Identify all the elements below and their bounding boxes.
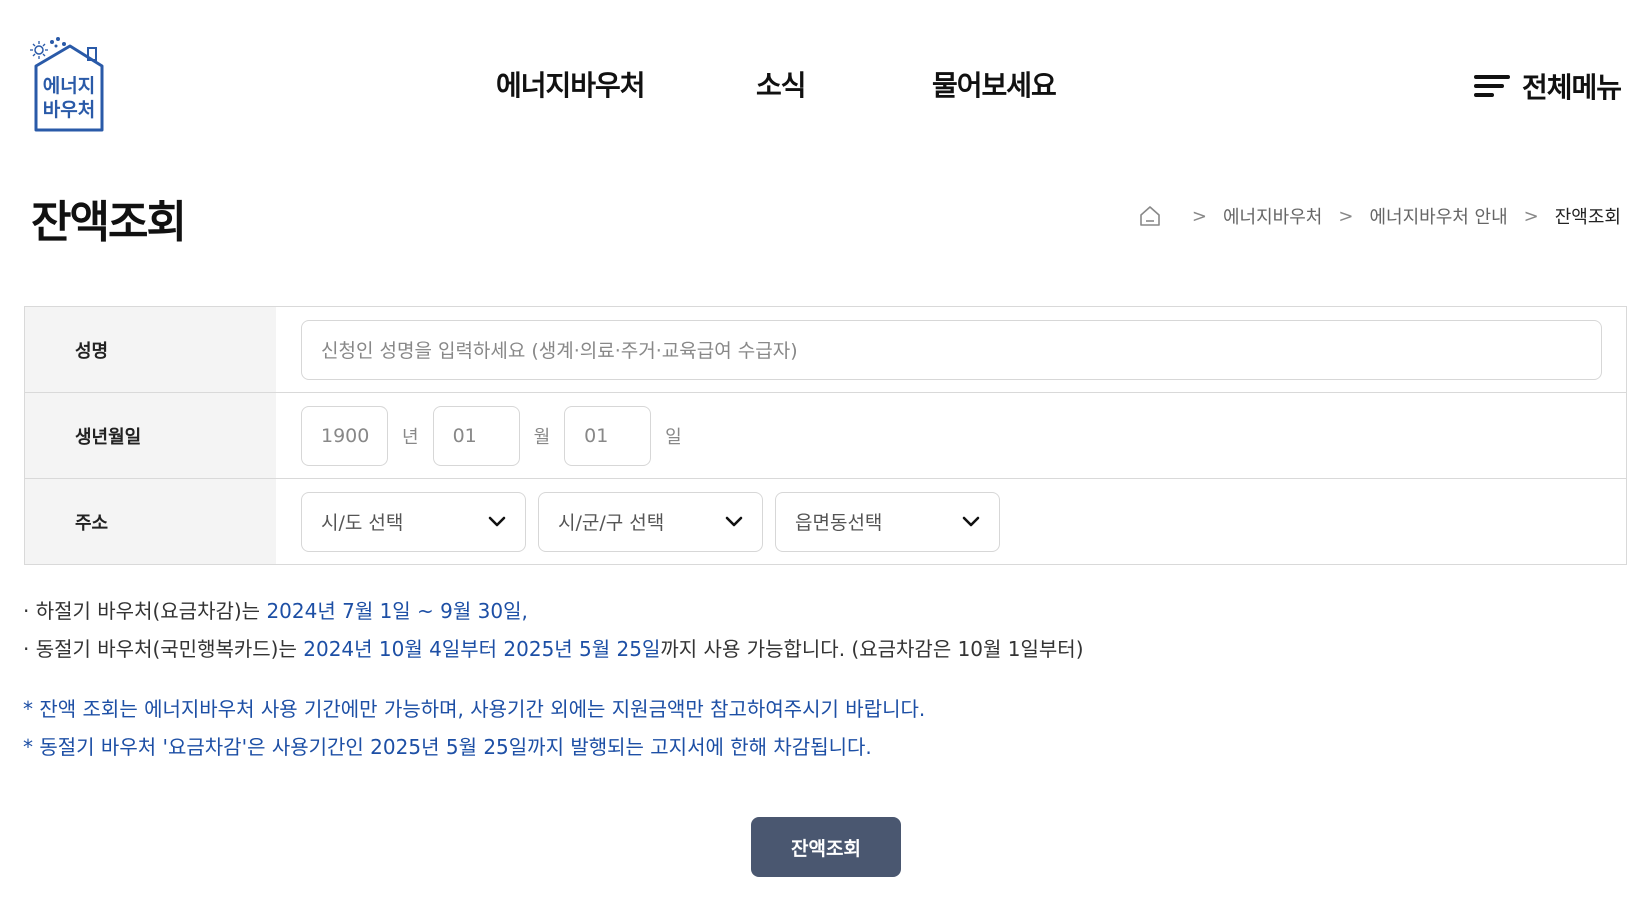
chevron-down-icon [488,516,506,526]
sido-select-value: 시/도 선택 [321,512,404,534]
breadcrumb-item-guide[interactable]: 에너지바우처 안내 [1369,203,1507,229]
chevron-right-icon: > [1191,205,1207,227]
address-label: 주소 [25,479,276,564]
chevron-right-icon: > [1338,205,1354,227]
nav-item-ask[interactable]: 물어보세요 [932,64,1057,104]
all-menu-button[interactable]: 전체메뉴 [1473,66,1622,106]
balance-query-button[interactable]: 잔액조회 [751,817,901,877]
breadcrumb-item-energy-voucher[interactable]: 에너지바우처 [1223,203,1322,229]
chevron-down-icon [725,516,743,526]
sigungu-select-value: 시/군/구 선택 [558,512,665,534]
winter-notice-period: 2024년 10월 4일부터 2025년 5월 25일 [303,637,661,661]
balance-query-notes: * 잔액 조회는 에너지바우처 사용 기간에만 가능하며, 사용기간 외에는 지… [23,690,925,766]
birth-year-input[interactable]: 1900 [301,405,388,466]
hamburger-icon [1473,72,1510,100]
form-row-address: 주소 시/도 선택 시/군/구 선택 읍면동선택 [25,479,1626,564]
winter-notice-suffix: 까지 사용 가능합니다. (요금차감은 10월 1일부터) [660,637,1084,661]
year-unit: 년 [402,426,419,448]
logo-line1: 에너지 [43,75,95,97]
summer-notice-period: 2024년 7월 1일 ~ 9월 30일, [266,599,528,623]
day-unit: 일 [665,426,682,448]
name-label: 성명 [25,307,276,392]
balance-query-form: 성명 신청인 성명을 입력하세요 (생계·의료·주거·교육급여 수급자) 생년월… [24,306,1627,565]
note-2: * 동절기 바우처 '요금차감'은 사용기간인 2025년 5월 25일까지 발… [23,735,872,759]
note-1: * 잔액 조회는 에너지바우처 사용 기간에만 가능하며, 사용기간 외에는 지… [23,697,926,721]
form-row-name: 성명 신청인 성명을 입력하세요 (생계·의료·주거·교육급여 수급자) [25,307,1626,393]
birth-day-input[interactable]: 01 [564,405,652,466]
nav-item-news[interactable]: 소식 [756,64,932,104]
breadcrumb-item-current: 잔액조회 [1554,207,1621,228]
eupmyeondong-select[interactable]: 읍면동선택 [775,491,1000,552]
logo-line2: 바우처 [43,99,95,121]
summer-notice-prefix: · 하절기 바우처(요금차감)는 [23,599,267,623]
birth-label: 생년월일 [25,393,276,478]
house-sun-snow-icon: 에너지 바우처 [30,37,104,132]
energy-voucher-logo[interactable]: 에너지 바우처 [30,36,108,134]
nav-item-energy-voucher[interactable]: 에너지바우처 [496,64,756,104]
chevron-down-icon [962,516,980,526]
month-unit: 월 [533,426,551,448]
breadcrumb: > 에너지바우처 > 에너지바우처 안내 > 잔액조회 [1138,203,1621,229]
winter-notice-prefix: · 동절기 바우처(국민행복카드)는 [23,637,304,661]
chevron-right-icon: > [1523,205,1539,227]
all-menu-label: 전체메뉴 [1521,71,1622,104]
form-row-birth: 생년월일 1900 년 01 월 01 일 [25,393,1626,479]
voucher-period-notices: · 하절기 바우처(요금차감)는 2024년 7월 1일 ~ 9월 30일, ·… [23,592,1084,668]
home-icon[interactable] [1138,204,1162,228]
summer-notice: · 하절기 바우처(요금차감)는 2024년 7월 1일 ~ 9월 30일, [23,592,1084,630]
sido-select[interactable]: 시/도 선택 [301,491,526,552]
sigungu-select[interactable]: 시/군/구 선택 [538,491,763,552]
birth-month-input[interactable]: 01 [432,405,520,466]
main-nav: 에너지바우처 소식 물어보세요 [496,64,1057,104]
winter-notice: · 동절기 바우처(국민행복카드)는 2024년 10월 4일부터 2025년 … [23,630,1084,668]
name-input[interactable]: 신청인 성명을 입력하세요 (생계·의료·주거·교육급여 수급자) [301,319,1602,380]
site-header: 에너지 바우처 에너지바우처 소식 물어보세요 전체메뉴 [0,0,1645,170]
page-title: 잔액조회 [31,197,187,248]
eupmyeondong-select-value: 읍면동선택 [795,512,883,534]
